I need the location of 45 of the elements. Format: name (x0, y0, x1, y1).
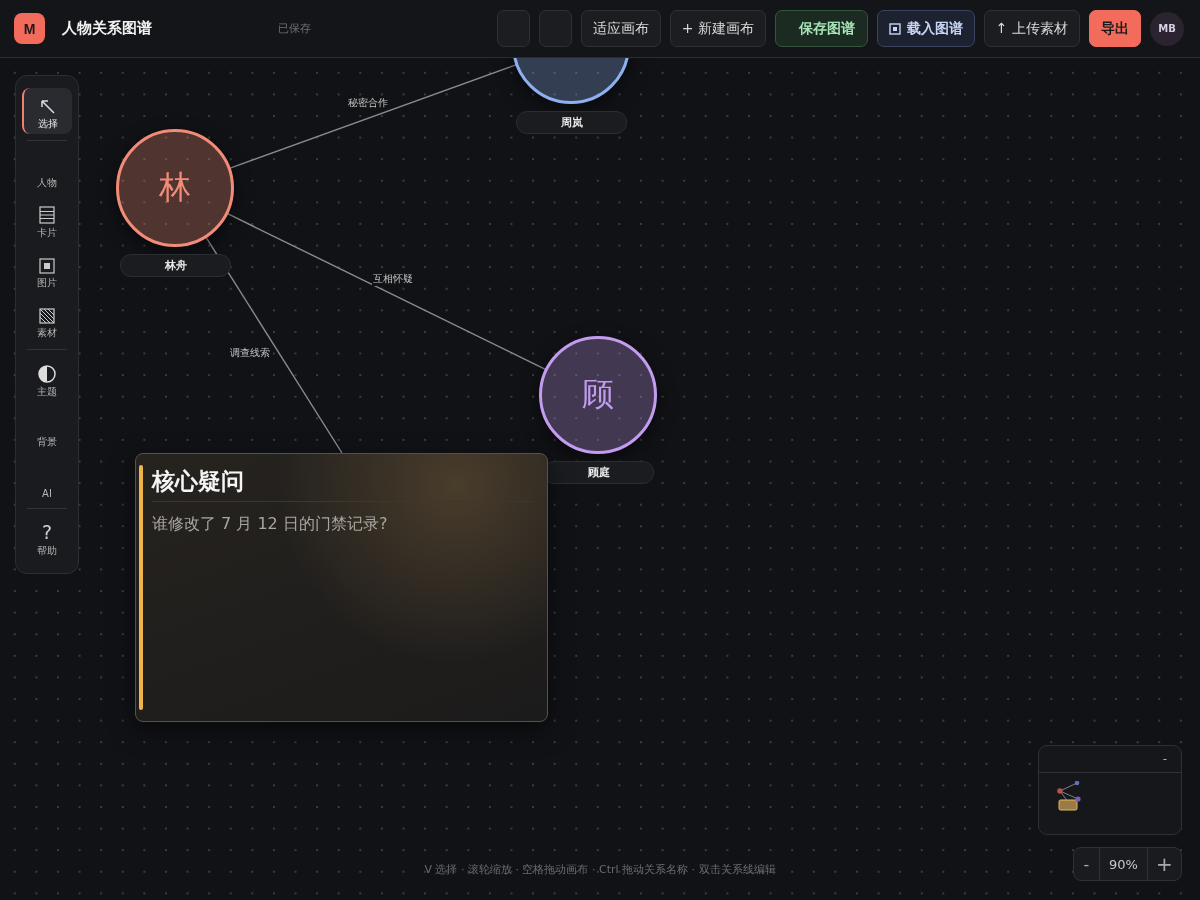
app-title: 人物关系图谱 (62, 19, 152, 38)
save-status: 已保存 (278, 21, 311, 36)
card-text: 谁修改了 7 月 12 日的门禁记录? (152, 514, 389, 535)
tool-label: AI (42, 488, 52, 499)
minimap[interactable]: - (1038, 745, 1182, 835)
tool-label: 素材 (37, 326, 57, 340)
tool-label: 选择 (38, 117, 58, 131)
user-avatar[interactable]: MB (1150, 11, 1184, 46)
person-node[interactable]: 顾 (539, 336, 657, 454)
tool-label: 卡片 (37, 226, 57, 240)
sidebar-tool[interactable]: 素材 (22, 297, 72, 343)
sidebar-tool[interactable]: 人物 (22, 147, 72, 193)
sidebar-tool[interactable]: 卡片 (22, 197, 72, 243)
person-name: 周岚 (516, 111, 627, 134)
export-button[interactable]: 导出 (1089, 10, 1141, 47)
note-card[interactable]: 核心疑问 谁修改了 7 月 12 日的门禁记录? (135, 453, 548, 722)
help-glyph: ? (41, 522, 53, 542)
card-title: 核心疑问 (152, 466, 533, 502)
shortcut-hint: V 选择 · 滚轮缩放 · 空格拖动画布 · Ctrl 拖动关系名称 · 双击关系线编辑 (424, 863, 776, 876)
toolbar-button[interactable]: ↑ 上传素材 (983, 10, 1080, 47)
relation-label[interactable]: 互相怀疑 (372, 272, 414, 286)
sidebar-tool[interactable]: AI (22, 456, 72, 502)
save-button[interactable]: 保存图谱 (774, 10, 868, 47)
person-name: 林舟 (120, 254, 231, 277)
app-logo[interactable]: M (14, 13, 45, 44)
person-node[interactable]: 林 (116, 129, 234, 247)
toolbar-button[interactable]: 适应画布 (580, 10, 661, 47)
load-button[interactable]: 载入图谱 (876, 10, 975, 47)
tool-label: 图片 (37, 276, 57, 290)
relation-label[interactable]: 调查线索 (229, 346, 271, 360)
toolbar-button[interactable]: + 新建画布 (669, 10, 766, 47)
tool-label: 人物 (37, 176, 57, 190)
sidebar-tool[interactable]: 主题 (22, 356, 72, 402)
sidebar-tool[interactable]: 背景 (22, 406, 72, 452)
tool-label: 背景 (37, 435, 57, 449)
collapse-button[interactable]: - (1162, 752, 1167, 766)
zoom-out-button[interactable]: - (1074, 848, 1099, 880)
zoom-in-button[interactable]: + (1147, 848, 1181, 880)
zoom-level: 90% (1099, 848, 1147, 880)
sidebar-tool[interactable]: 图片 (22, 247, 72, 293)
sidebar-tool[interactable]: 选择 (22, 88, 72, 134)
tool-label: 帮助 (37, 544, 57, 558)
relation-label[interactable]: 秘密合作 (347, 96, 389, 110)
tool-label: 主题 (37, 385, 57, 399)
sidebar-tool[interactable]: ? 帮助 (22, 515, 72, 561)
